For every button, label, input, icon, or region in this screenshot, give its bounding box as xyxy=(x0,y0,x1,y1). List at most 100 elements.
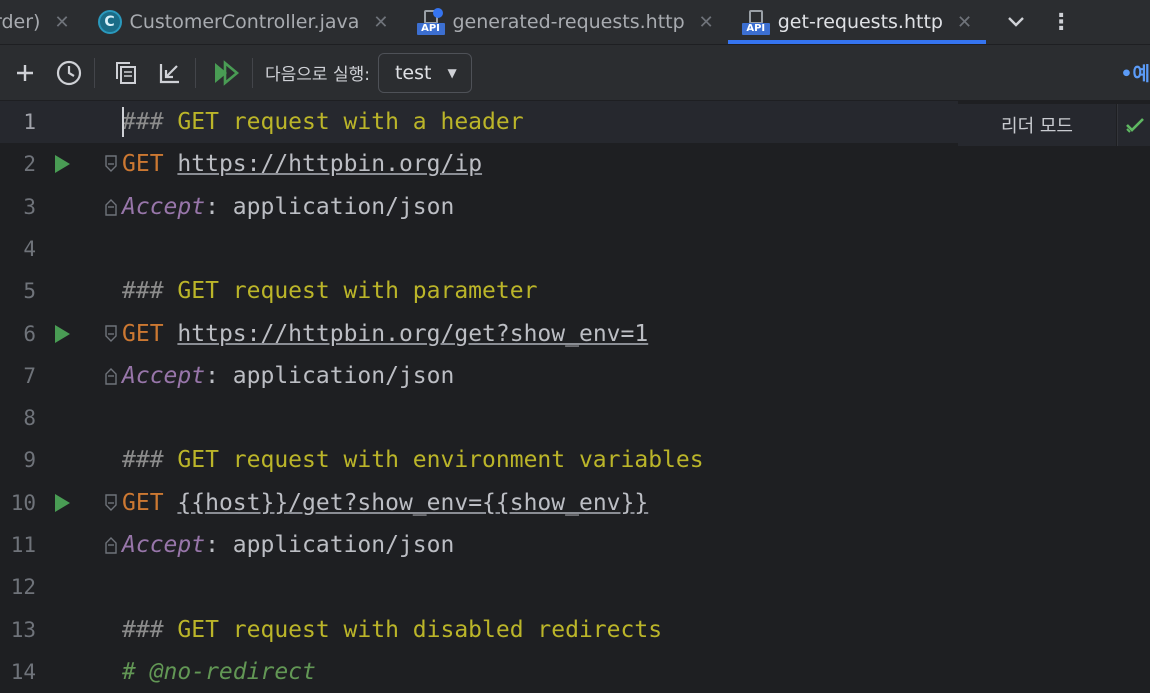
text-caret xyxy=(122,107,124,137)
close-icon[interactable]: ✕ xyxy=(373,12,388,33)
code-line[interactable]: 6 GET https://httpbin.org/get?show_env=1 xyxy=(0,313,1150,355)
line-number: 4 xyxy=(23,236,36,261)
code-text: Accept: application/json xyxy=(122,355,454,397)
tab-customer-controller[interactable]: C CustomerController.java ✕ xyxy=(84,0,403,44)
toolbar-separator xyxy=(252,57,253,88)
reader-mode-button[interactable]: 리더 모드 xyxy=(958,104,1116,146)
run-all-requests-button[interactable] xyxy=(208,54,246,92)
copy-request-button[interactable] xyxy=(107,54,145,92)
code-text: Accept: application/json xyxy=(122,524,454,566)
clock-icon xyxy=(56,60,82,85)
fold-start-icon[interactable] xyxy=(104,155,118,173)
run-request-icon[interactable] xyxy=(55,324,70,343)
environment-value: test xyxy=(394,61,432,84)
code-line[interactable]: 7 Accept: application/json xyxy=(0,355,1150,397)
code-text: # @no-redirect xyxy=(122,651,316,693)
run-with-label: 다음으로 실행: xyxy=(265,65,370,85)
request-history-button[interactable] xyxy=(50,54,88,92)
code-line[interactable]: 4 xyxy=(0,228,1150,270)
code-line[interactable]: 2 GET https://httpbin.org/ip xyxy=(0,143,1150,185)
request-url-link[interactable]: {{host}}/get?show_env={{show_env}} xyxy=(177,490,648,516)
line-number: 9 xyxy=(23,448,36,473)
fold-start-icon[interactable] xyxy=(104,493,118,512)
toolbar-separator xyxy=(94,57,95,88)
code-line[interactable]: 8 xyxy=(0,397,1150,439)
editor-tab-bar: rder) ✕ C CustomerController.java ✕ API … xyxy=(0,0,1150,45)
tab-label: generated-requests.http xyxy=(452,11,685,33)
code-text: ### GET request with disabled redirects xyxy=(122,609,662,651)
code-line[interactable]: 3 Accept: application/json xyxy=(0,186,1150,228)
run-request-icon[interactable] xyxy=(55,493,70,512)
code-line[interactable]: 12 xyxy=(0,566,1150,608)
close-icon[interactable]: ✕ xyxy=(957,12,972,33)
code-text: Accept: application/json xyxy=(122,186,454,228)
request-url-link[interactable]: https://httpbin.org/ip xyxy=(177,151,482,177)
code-text: ### GET request with environment variabl… xyxy=(122,439,704,481)
close-icon[interactable]: ✕ xyxy=(699,12,714,33)
code-line[interactable]: 9 ### GET request with environment variab… xyxy=(0,439,1150,481)
tab-label: CustomerController.java xyxy=(129,11,360,33)
code-token: GET xyxy=(122,489,164,516)
line-number: 12 xyxy=(10,575,36,600)
line-number: 14 xyxy=(10,659,36,684)
chevron-down-icon[interactable] xyxy=(986,0,1046,44)
import-arrow-icon xyxy=(159,63,179,83)
run-all-icon xyxy=(215,59,240,86)
code-text: GET https://httpbin.org/get?show_env=1 xyxy=(122,313,648,355)
tab-previous-file[interactable]: rder) ✕ xyxy=(0,0,84,44)
tab-generated-requests[interactable]: API generated-requests.http ✕ xyxy=(403,0,728,44)
code-text: ### GET request with a header xyxy=(122,101,524,143)
fold-start-icon[interactable] xyxy=(104,324,118,343)
fold-end-icon[interactable] xyxy=(104,367,118,385)
line-number: 2 xyxy=(23,152,36,177)
code-line[interactable]: 13 ### GET request with disabled redirect… xyxy=(0,609,1150,651)
overflow-text: •예 xyxy=(1120,63,1150,85)
more-vertical-icon[interactable]: ⋮ xyxy=(1046,0,1076,44)
run-request-icon[interactable] xyxy=(55,155,70,174)
code-token: Accept xyxy=(122,193,206,220)
code-token: Accept xyxy=(122,362,206,389)
line-number: 8 xyxy=(23,406,36,431)
plus-icon xyxy=(17,64,33,81)
fold-end-icon[interactable] xyxy=(104,198,118,216)
add-request-button[interactable] xyxy=(6,54,44,92)
line-number: 7 xyxy=(23,363,36,388)
code-line[interactable]: 5 ### GET request with parameter xyxy=(0,270,1150,312)
code-line[interactable]: 14 # @no-redirect xyxy=(0,651,1150,693)
tab-label: get-requests.http xyxy=(777,11,943,33)
code-token: ### xyxy=(122,616,164,643)
copy-icon xyxy=(116,61,136,84)
check-icon[interactable] xyxy=(1117,104,1150,146)
code-token: GET request with disabled redirects xyxy=(163,616,663,643)
http-api-file-icon: API xyxy=(416,8,445,36)
code-token: ### xyxy=(122,447,164,474)
code-editor[interactable]: 1 ### GET request with a header 2 GET https… xyxy=(0,101,1150,685)
code-line[interactable]: 11 Accept: application/json xyxy=(0,524,1150,566)
code-text: ### GET request with parameter xyxy=(122,270,537,312)
environment-select[interactable]: test ▼ xyxy=(377,52,472,93)
code-token: : application/json xyxy=(205,362,455,389)
http-api-file-icon: API xyxy=(741,8,770,36)
line-number: 11 xyxy=(10,533,36,557)
toolbar-overflow-link[interactable]: •예 xyxy=(1120,45,1150,100)
request-url-link[interactable]: https://httpbin.org/get?show_env=1 xyxy=(177,321,648,347)
code-line[interactable]: 10 GET {{host}}/get?show_env={{show_env}} xyxy=(0,482,1150,524)
dropdown-caret-icon: ▼ xyxy=(447,65,457,80)
code-token: GET xyxy=(122,320,164,347)
import-request-button[interactable] xyxy=(151,54,189,92)
line-number: 6 xyxy=(23,321,36,346)
code-text: GET https://httpbin.org/ip xyxy=(122,143,482,185)
line-number: 5 xyxy=(23,279,36,304)
code-token: GET request with parameter xyxy=(163,278,538,305)
close-icon[interactable]: ✕ xyxy=(54,12,69,33)
code-token: : application/json xyxy=(205,532,455,558)
code-token: ### xyxy=(122,109,164,135)
code-line[interactable]: 1 ### GET request with a header xyxy=(0,101,958,143)
code-token: : application/json xyxy=(205,193,455,220)
tab-get-requests[interactable]: API get-requests.http ✕ xyxy=(727,0,987,44)
line-number: 1 xyxy=(23,110,36,134)
fold-end-icon[interactable] xyxy=(104,536,118,554)
